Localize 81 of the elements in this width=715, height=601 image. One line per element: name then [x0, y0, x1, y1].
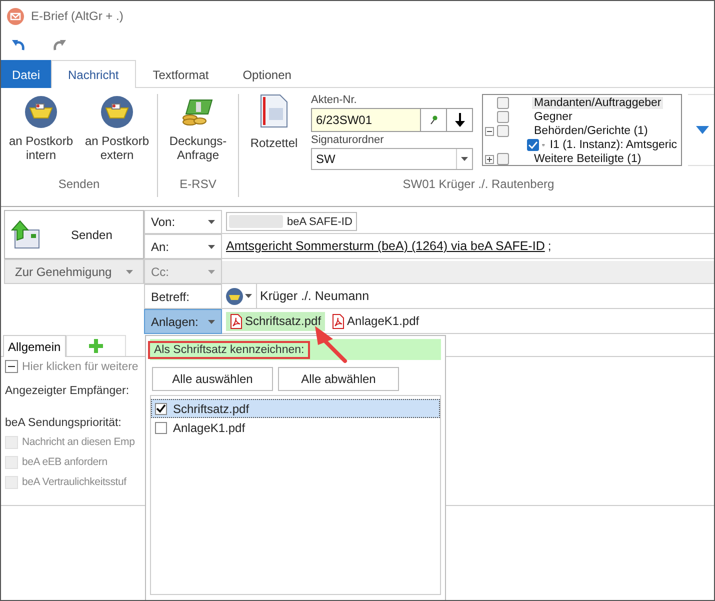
annotation-arrow	[315, 326, 347, 363]
popup-heading: Als Schriftsatz kennzeichnen:	[148, 340, 310, 358]
undo-icon[interactable]	[11, 38, 25, 50]
expand-icon[interactable]	[485, 154, 494, 164]
tree-item[interactable]: Weitere Beteiligte (1)	[532, 153, 644, 165]
field-label-button[interactable]: Von:	[144, 210, 222, 234]
tree-item[interactable]: I1 (1. Instanz): Amtsgeric	[548, 139, 679, 151]
expand-ribbon-button[interactable]	[688, 94, 714, 166]
tree-item[interactable]: Mandanten/Auftraggeber	[532, 97, 664, 109]
detail-tab[interactable]: Allgemein	[3, 335, 66, 357]
subject-field[interactable]: Krüger ./. Neumann	[260, 289, 370, 303]
field-label: beA Sendungspriorität:	[5, 417, 122, 431]
ribbon-tab[interactable]: Optionen	[226, 60, 308, 88]
caret-icon	[245, 294, 252, 298]
option-label: Nachricht an diesen Emp	[22, 436, 135, 448]
select-button[interactable]: Alle abwählen	[278, 367, 399, 391]
checkbox[interactable]	[527, 139, 539, 151]
separator-text: ;	[548, 239, 552, 253]
ribbon-tab[interactable]: Datei	[1, 60, 52, 88]
field-label-button[interactable]: Betreff:	[144, 284, 222, 309]
attachment-chip[interactable]: AnlageK1.pdf	[328, 312, 424, 330]
expander-text[interactable]: Hier klicken für weitere	[22, 360, 138, 372]
attachment-list-item[interactable]: AnlageK1.pdf	[151, 418, 440, 437]
redo-icon[interactable]	[53, 38, 67, 50]
pin-icon	[430, 115, 438, 125]
attachment-list-item[interactable]: Schriftsatz.pdf	[151, 399, 440, 418]
down-arrow-icon	[454, 112, 466, 128]
add-tab-button[interactable]	[66, 335, 126, 356]
field-label-button[interactable]: An:	[144, 234, 222, 259]
basket-icon	[226, 288, 243, 304]
attachment-chip[interactable]: Schriftsatz.pdf	[226, 312, 326, 330]
caret-icon	[208, 320, 215, 324]
checkbox[interactable]	[497, 111, 509, 123]
collapse-icon[interactable]	[5, 360, 18, 373]
rotzettel-button[interactable]: Rotzettel	[243, 94, 305, 177]
caret-icon	[208, 270, 215, 274]
group-label: SW01 Krüger ./. Rautenberg	[402, 177, 554, 193]
redacted-block	[229, 215, 283, 228]
ribbon-button[interactable]: an Postkorb intern	[3, 94, 79, 177]
recipient-link[interactable]: Amtsgericht Sommersturm (beA) (1264) via beA SAFE-ID	[226, 239, 545, 253]
basket-icon	[101, 96, 133, 128]
plus-icon	[88, 339, 103, 353]
pdf-icon	[230, 314, 242, 328]
field-label-button[interactable]: Anlagen:	[144, 309, 222, 334]
send-button[interactable]: Senden	[4, 210, 144, 259]
field-label: Signaturordner	[311, 134, 385, 147]
group-label: Senden	[58, 177, 100, 193]
option-label: beA eEB anfordern	[22, 456, 108, 468]
select-button[interactable]: Alle auswählen	[152, 367, 273, 391]
caret-icon	[126, 270, 133, 274]
file-number-field[interactable]: 6/23SW01	[311, 108, 421, 132]
group-label: E-RSV	[180, 177, 216, 193]
down-button[interactable]	[447, 108, 473, 132]
tree-item[interactable]: Gegner	[532, 111, 574, 123]
checkbox[interactable]	[155, 422, 167, 434]
checkbox[interactable]	[497, 125, 509, 137]
triangle-down-icon	[696, 126, 709, 134]
basket-icon	[25, 96, 57, 128]
collapse-icon[interactable]	[485, 126, 494, 136]
caret-icon	[208, 220, 215, 224]
checkbox[interactable]	[155, 402, 167, 414]
ribbon-tab[interactable]: Nachricht	[51, 60, 136, 88]
ribbon-button[interactable]: an Postkorb extern	[79, 94, 155, 177]
signature-dropdown[interactable]: SW	[311, 148, 473, 170]
approval-button[interactable]: Zur Genehmigung	[4, 259, 144, 284]
subject-menu-button[interactable]	[226, 284, 257, 308]
ribbon-tab[interactable]: Textformat	[136, 60, 226, 88]
field-label: Angezeigter Empfänger:	[5, 385, 130, 399]
checkbox[interactable]	[497, 97, 509, 109]
caret-icon	[208, 244, 215, 248]
ribbon-button[interactable]: Deckungs-Anfrage	[160, 94, 236, 177]
document-icon	[260, 94, 288, 128]
tree-item[interactable]: Behörden/Gerichte (1)	[532, 125, 650, 137]
pdf-icon	[332, 314, 344, 328]
checkbox[interactable]	[497, 153, 509, 165]
sender-field[interactable]: beA SAFE-ID	[226, 212, 358, 231]
window-title: E-Brief (AltGr + .)	[31, 9, 124, 23]
caret-icon	[461, 157, 468, 161]
option-label: beA Vertraulichkeitsstuf	[22, 476, 126, 488]
envelope-icon	[7, 8, 24, 24]
field-label: Akten-Nr.	[311, 94, 358, 107]
